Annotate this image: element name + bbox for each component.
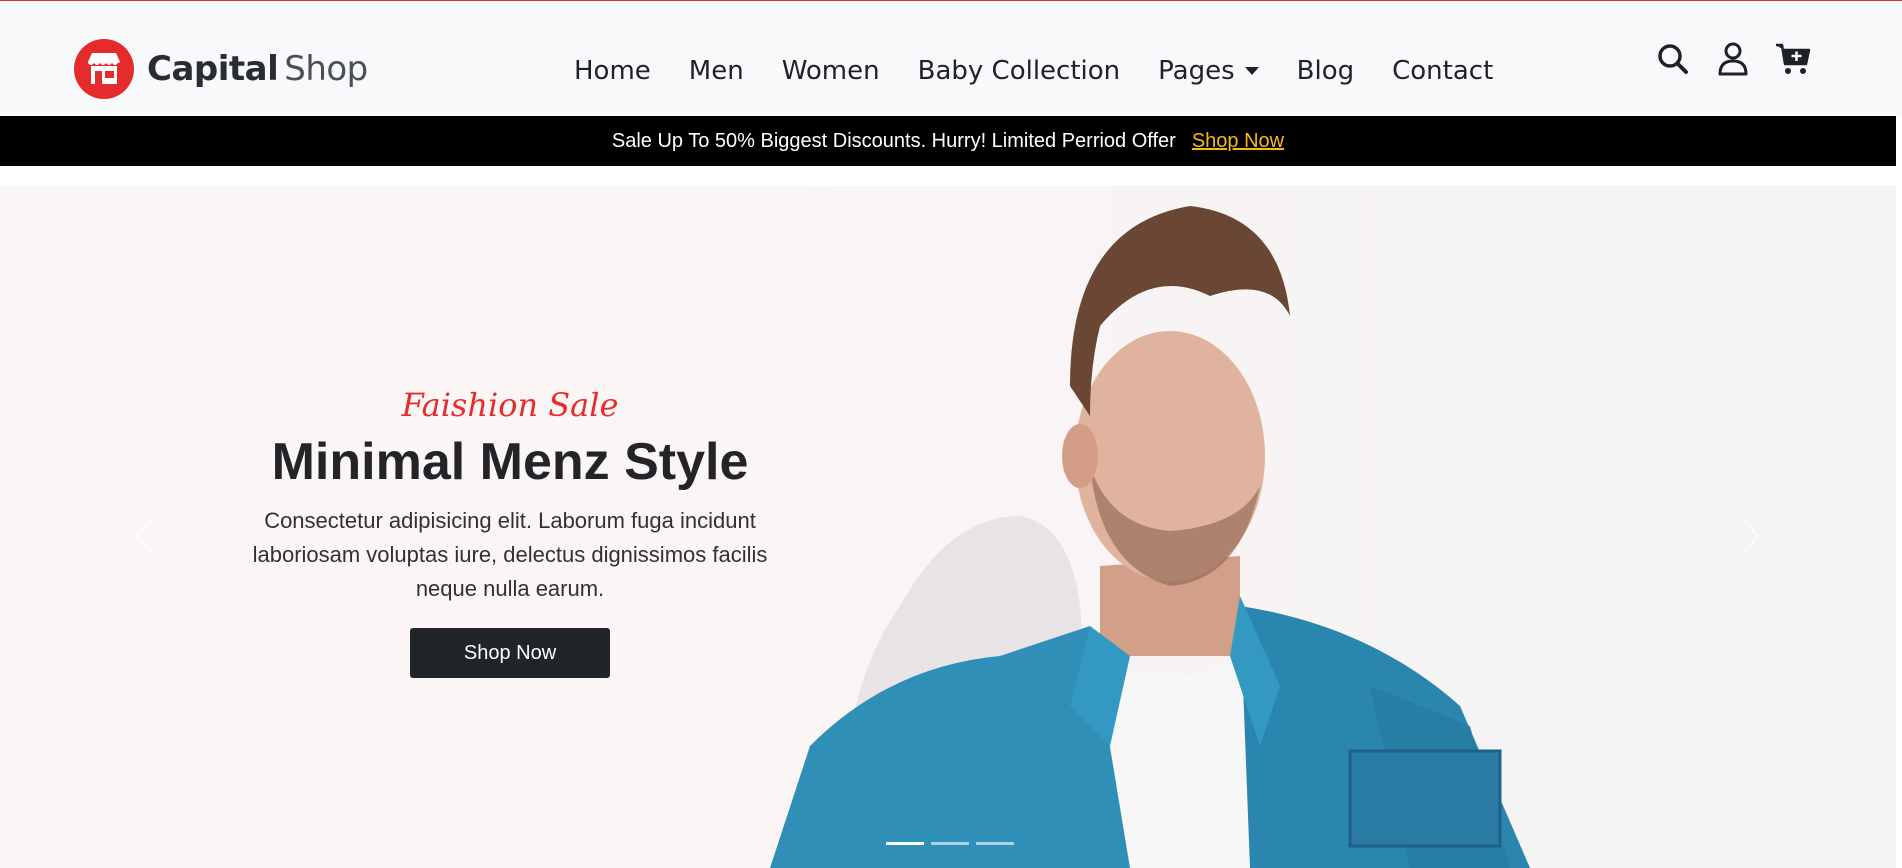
hero-eyebrow: Faishion Sale — [401, 386, 619, 424]
nav-home[interactable]: Home — [574, 56, 651, 86]
promo-shop-now-link[interactable]: Shop Now — [1192, 130, 1284, 153]
hero-text-block: Faishion Sale Minimal Menz Style Consect… — [230, 386, 790, 678]
user-icon[interactable] — [1715, 41, 1751, 77]
carousel-indicator-3[interactable] — [976, 842, 1014, 845]
site-header: Capital Shop Home Men Women Baby Collecti… — [0, 1, 1902, 116]
hero-description: Consectetur adipisicing elit. Laborum fu… — [252, 508, 768, 601]
carousel-indicators — [886, 842, 1021, 845]
nav-pages-dropdown[interactable]: Pages — [1158, 56, 1259, 86]
nav-pages-label: Pages — [1158, 56, 1235, 86]
chevron-right-icon — [1740, 517, 1761, 555]
brand-name-bold: Capital — [147, 49, 279, 89]
hero-title: Minimal Menz Style — [271, 433, 749, 491]
carousel-indicator-2[interactable] — [931, 842, 969, 845]
carousel-indicator-1[interactable] — [886, 842, 924, 845]
nav-blog[interactable]: Blog — [1297, 56, 1354, 86]
nav-baby-collection[interactable]: Baby Collection — [918, 56, 1121, 86]
storefront-icon — [74, 39, 134, 99]
hero-shop-now-button[interactable]: Shop Now — [410, 628, 610, 678]
main-nav: Home Men Women Baby Collection Pages Blo… — [574, 53, 1493, 89]
brand-name-light: Shop — [284, 49, 368, 89]
nav-contact[interactable]: Contact — [1392, 56, 1493, 86]
promo-text: Sale Up To 50% Biggest Discounts. Hurry!… — [611, 129, 1176, 152]
nav-women[interactable]: Women — [782, 56, 880, 86]
carousel-prev-button[interactable] — [125, 506, 165, 566]
hero-carousel: Faishion Sale Minimal Menz Style Consect… — [0, 186, 1902, 868]
scrollbar-track — [1896, 116, 1902, 868]
caret-down-icon — [1244, 67, 1259, 75]
promo-bar: Sale Up To 50% Biggest Discounts. Hurry!… — [0, 116, 1896, 166]
cart-icon[interactable] — [1775, 41, 1811, 77]
nav-men[interactable]: Men — [689, 56, 744, 86]
chevron-left-icon — [134, 517, 155, 555]
search-icon[interactable] — [1655, 41, 1691, 77]
brand-logo[interactable]: Capital Shop — [74, 39, 368, 99]
carousel-next-button[interactable] — [1730, 506, 1770, 566]
brand-name: Capital Shop — [147, 49, 368, 89]
header-actions — [1655, 41, 1811, 77]
